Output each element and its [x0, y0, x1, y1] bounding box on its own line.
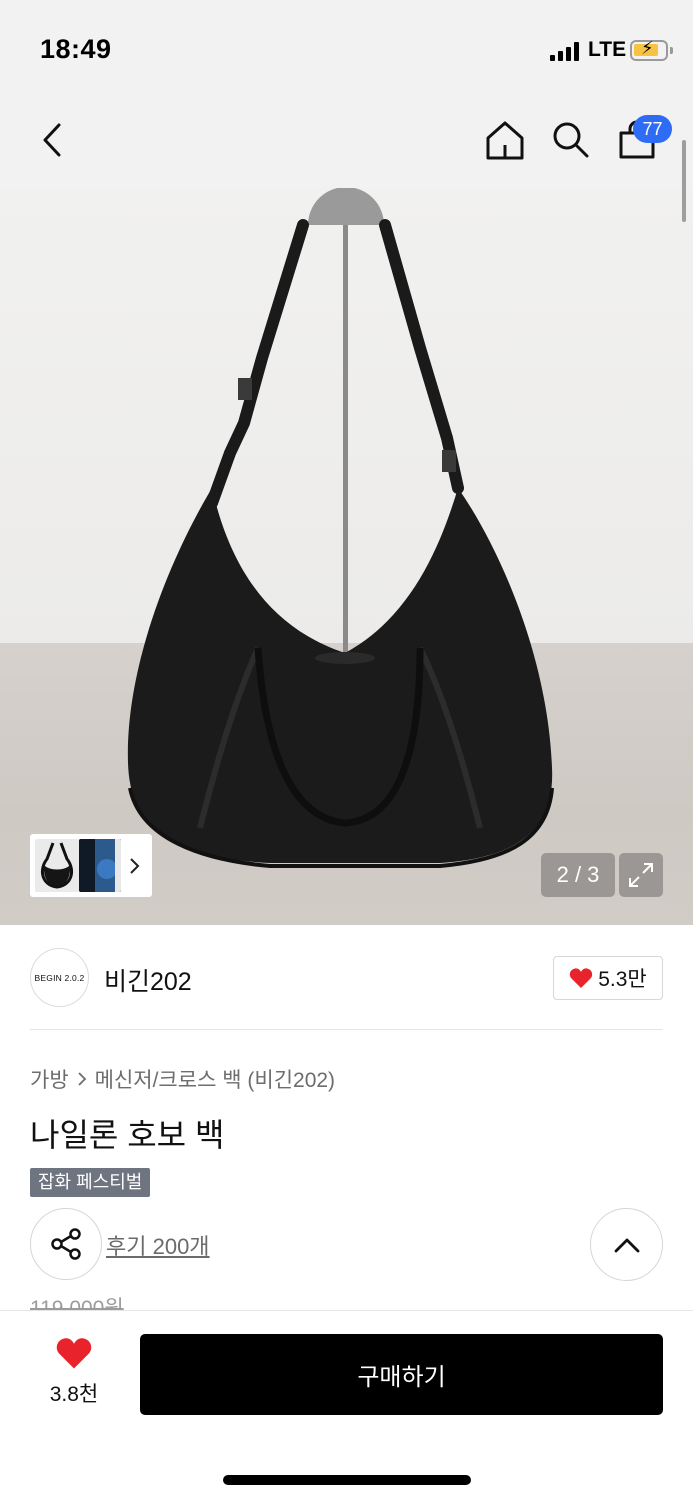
chevron-left-icon: [43, 123, 61, 157]
buy-button[interactable]: 구매하기: [140, 1334, 663, 1415]
chevron-right-icon: [130, 857, 140, 874]
wishlist-button[interactable]: 3.8천: [34, 1336, 114, 1416]
scroll-top-button[interactable]: [590, 1208, 663, 1281]
top-nav-bar: [0, 95, 693, 188]
hobo-bag-photo: [127, 188, 554, 868]
chevron-up-icon: [614, 1238, 639, 1252]
brand-logo[interactable]: BEGIN 2.0.2: [30, 948, 89, 1007]
brand-name[interactable]: 비긴202: [104, 962, 192, 998]
thumbnail-more-button[interactable]: [121, 839, 147, 892]
breadcrumb: 가방 메신저/크로스 백 (비긴202): [30, 1064, 335, 1094]
share-button[interactable]: [30, 1208, 102, 1280]
cart-count-badge: 77: [633, 115, 672, 143]
signal-icon: [550, 41, 582, 61]
home-icon: [486, 121, 524, 160]
battery-icon: ⚡: [630, 39, 673, 61]
home-indicator[interactable]: [223, 1475, 471, 1485]
heart-icon: [56, 1338, 92, 1369]
breadcrumb-category[interactable]: 가방: [30, 1064, 69, 1094]
search-icon: [553, 122, 589, 158]
share-icon: [51, 1228, 81, 1260]
back-button[interactable]: [28, 115, 78, 165]
network-label: LTE: [588, 38, 627, 61]
promo-tag: 잡화 페스티벌: [30, 1168, 151, 1197]
reviews-link[interactable]: 후기 200개: [106, 1229, 210, 1261]
thumbnail-1[interactable]: [35, 839, 79, 892]
brand-like-count: 5.3만: [598, 968, 647, 991]
status-time: 18:49: [40, 34, 112, 64]
wishlist-count: 3.8천: [49, 1383, 99, 1406]
home-button[interactable]: [480, 115, 530, 165]
divider: [30, 1029, 663, 1030]
original-price: 119,000원: [30, 1297, 124, 1311]
thumbnail-2[interactable]: [79, 839, 121, 892]
expand-button[interactable]: [619, 853, 663, 897]
brand-like-button[interactable]: 5.3만: [553, 956, 663, 1000]
expand-icon: [629, 863, 653, 887]
thumbnail-strip[interactable]: [30, 834, 152, 897]
heart-icon: [570, 968, 593, 988]
product-image[interactable]: [0, 188, 693, 925]
breadcrumb-subcategory[interactable]: 메신저/크로스 백 (비긴202): [95, 1064, 335, 1094]
chevron-right-icon: [78, 1072, 86, 1086]
image-counter: 2 / 3: [541, 853, 615, 897]
search-button[interactable]: [546, 115, 596, 165]
product-title: 나일론 호보 백: [30, 1117, 225, 1153]
scrollbar[interactable]: [682, 140, 686, 222]
status-bar: 18:49 LTE ⚡: [0, 0, 693, 95]
